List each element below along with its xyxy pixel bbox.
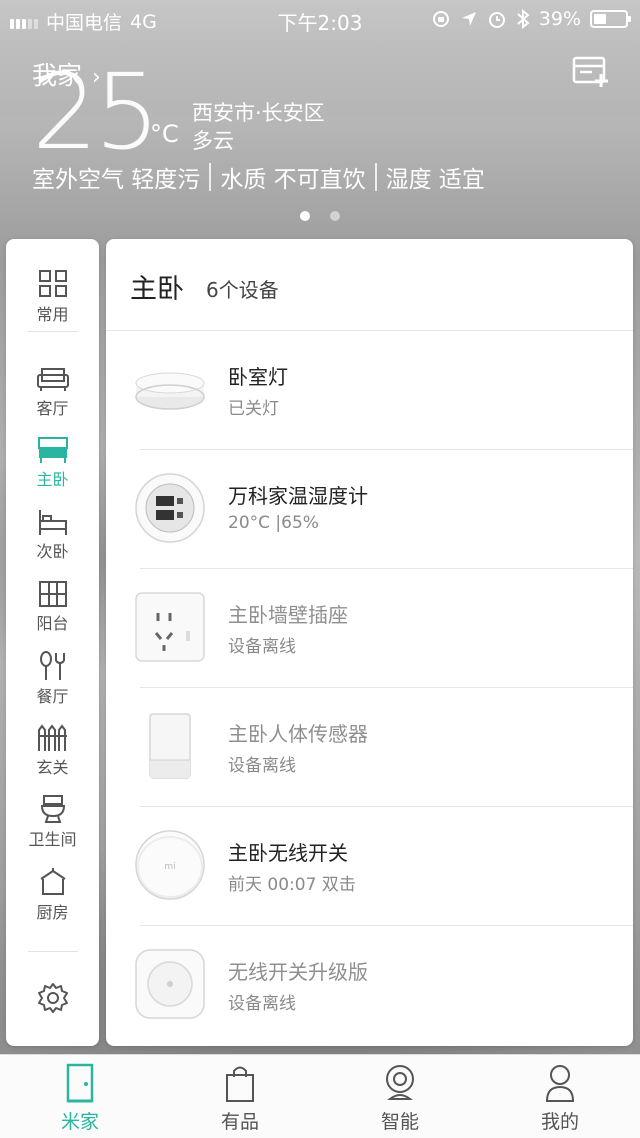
gear-icon[interactable] — [36, 981, 70, 1015]
room-item-kitchen[interactable]: 厨房 — [6, 867, 99, 923]
home-label: 我家 — [32, 61, 83, 90]
wireless-switch-icon: mi — [135, 830, 205, 900]
room-item-balcony[interactable]: 阳台 — [6, 580, 99, 634]
door-icon — [66, 1063, 94, 1103]
battery-icon — [590, 10, 631, 28]
room-item-common[interactable]: 常用 — [6, 269, 99, 325]
page-dot — [330, 211, 340, 221]
ceiling-light-icon — [135, 372, 205, 410]
bottom-tab-bar: 米家 有品 智能 我的 — [0, 1054, 640, 1138]
wall-socket-icon — [135, 592, 205, 662]
environment-metrics[interactable]: 室外空气 轻度污 水质 不可直饮 湿度 适宜 — [32, 160, 485, 194]
room-item-entrance[interactable]: 玄关 — [6, 724, 99, 778]
balcony-icon — [38, 581, 67, 607]
device-name: 主卧无线开关 — [228, 841, 348, 865]
device-status: 前天 00:07 双击 — [228, 875, 356, 895]
room-label: 厨房 — [36, 903, 69, 922]
bed-icon — [37, 437, 68, 463]
device-panel: 主卧 6个设备 卧室灯 已关灯 万科家温湿度计 20°C |65% 主卧墙壁插座… — [106, 239, 633, 1046]
pot-icon — [39, 868, 66, 895]
room-label: 玄关 — [36, 758, 69, 777]
single-bed-icon — [38, 510, 67, 535]
battery-percent: 39% — [538, 8, 581, 30]
device-status: 设备离线 — [228, 756, 296, 776]
grid-icon — [38, 270, 67, 297]
motion-sensor-icon — [149, 713, 191, 779]
sidebar-divider — [28, 951, 78, 952]
divider — [374, 163, 377, 191]
room-label: 常用 — [36, 305, 69, 324]
temperature-unit: °C — [150, 120, 179, 148]
room-label: 次卧 — [36, 542, 69, 561]
tab-youpin[interactable]: 有品 — [190, 1063, 290, 1134]
home-switcher[interactable]: 我家 › — [32, 56, 101, 92]
tab-mijia[interactable]: 米家 — [30, 1063, 130, 1134]
tab-label: 米家 — [60, 1111, 99, 1133]
room-title: 主卧 — [130, 274, 184, 305]
device-row[interactable]: 万科家温湿度计 20°C |65% — [106, 450, 633, 569]
panel-header: 主卧 6个设备 — [106, 239, 633, 331]
status-bar: 中国电信 4G 下午2:03 39% — [0, 0, 640, 38]
device-row[interactable]: 无线开关升级版 设备离线 — [106, 926, 633, 1045]
rotation-lock-icon — [432, 11, 449, 27]
toilet-icon — [40, 795, 65, 823]
device-status: 已关灯 — [228, 399, 279, 419]
sofa-icon — [36, 368, 69, 391]
chevron-right-icon: › — [92, 65, 101, 90]
camera-icon — [386, 1065, 414, 1100]
bag-icon — [226, 1066, 254, 1102]
device-row[interactable]: 主卧墙壁插座 设备离线 — [106, 569, 633, 688]
location-icon — [461, 12, 476, 26]
divider — [209, 163, 212, 191]
water-quality: 水质 不可直饮 — [220, 167, 366, 193]
device-name: 卧室灯 — [228, 365, 288, 389]
status-right: 39% — [431, 8, 631, 30]
page-dot-active — [300, 211, 310, 221]
device-name: 主卧墙壁插座 — [228, 603, 348, 627]
svg-text:mi: mi — [164, 862, 175, 872]
page-indicator — [300, 211, 340, 221]
room-label: 客厅 — [36, 399, 69, 418]
weather-condition: 多云 — [192, 129, 234, 153]
tab-label: 有品 — [220, 1111, 259, 1133]
tab-smart[interactable]: 智能 — [350, 1063, 450, 1134]
room-label: 卫生间 — [28, 830, 77, 849]
device-name: 万科家温湿度计 — [228, 484, 368, 508]
device-row[interactable]: mi 主卧无线开关 前天 00:07 双击 — [106, 807, 633, 926]
room-item-second-bedroom[interactable]: 次卧 — [6, 508, 99, 562]
weather-location: 西安市·长安区 — [192, 101, 325, 125]
device-row[interactable]: 卧室灯 已关灯 — [106, 331, 633, 450]
thermometer-icon — [135, 473, 205, 543]
fence-icon — [37, 724, 67, 751]
room-label: 阳台 — [36, 614, 69, 633]
device-name: 主卧人体传感器 — [228, 722, 368, 746]
square-switch-icon — [135, 949, 205, 1019]
device-status: 设备离线 — [228, 637, 296, 657]
add-room-icon[interactable] — [572, 56, 610, 88]
room-sidebar: 常用 客厅 主卧 次卧 阳台 餐厅 玄关 卫生间 厨房 — [6, 239, 99, 1046]
alarm-icon — [488, 12, 505, 28]
tab-label: 智能 — [380, 1111, 419, 1133]
room-item-living[interactable]: 客厅 — [6, 365, 99, 419]
device-row[interactable]: 主卧人体传感器 设备离线 — [106, 688, 633, 807]
device-status: 20°C |65% — [228, 513, 319, 533]
room-item-dining[interactable]: 餐厅 — [6, 651, 99, 707]
room-label: 餐厅 — [36, 687, 69, 706]
person-icon — [545, 1065, 575, 1102]
dining-icon — [39, 651, 65, 680]
tab-mine[interactable]: 我的 — [510, 1063, 610, 1134]
room-item-master-bedroom[interactable]: 主卧 — [6, 436, 99, 490]
device-count: 6个设备 — [206, 278, 279, 302]
device-name: 无线开关升级版 — [228, 960, 368, 984]
humidity: 湿度 适宜 — [385, 167, 485, 193]
room-label: 主卧 — [36, 470, 69, 489]
sidebar-divider — [28, 331, 78, 332]
tab-label: 我的 — [540, 1111, 579, 1133]
room-item-bathroom[interactable]: 卫生间 — [6, 794, 99, 850]
bluetooth-icon — [517, 9, 530, 29]
device-status: 设备离线 — [228, 994, 296, 1014]
air-quality: 室外空气 轻度污 — [32, 167, 201, 193]
